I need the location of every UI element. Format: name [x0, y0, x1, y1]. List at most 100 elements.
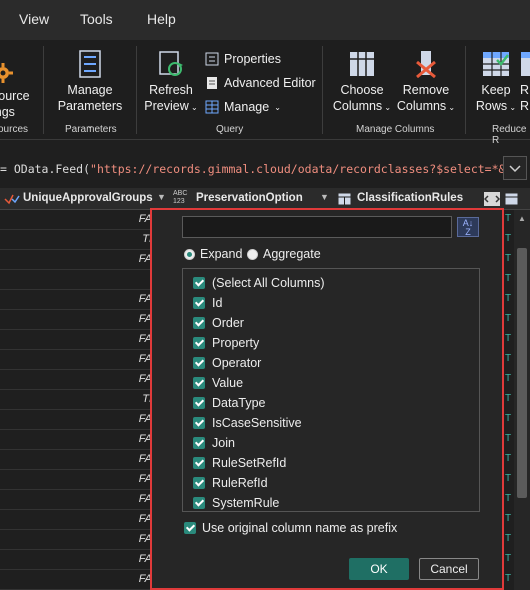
- cancel-button[interactable]: Cancel: [419, 558, 479, 580]
- menu-tools[interactable]: Tools: [80, 11, 113, 27]
- ok-button[interactable]: OK: [349, 558, 409, 580]
- column-filter-dropdown[interactable]: ▼: [157, 192, 166, 202]
- column-checklist-label: RuleSetRefId: [212, 456, 287, 470]
- checkbox-checked-icon[interactable]: [184, 522, 196, 534]
- row-divider: [0, 309, 152, 310]
- table-link-marker: T: [505, 533, 512, 544]
- column-checklist-item[interactable]: Order: [193, 315, 244, 331]
- column-filter-dropdown[interactable]: ▼: [320, 192, 329, 202]
- column-checklist-item[interactable]: RuleRefId: [193, 475, 268, 491]
- scroll-up-icon[interactable]: ▲: [518, 214, 526, 223]
- sort-az-button[interactable]: A↓ Z: [457, 217, 479, 237]
- radio-selected-icon[interactable]: [184, 248, 195, 260]
- row-divider: [0, 329, 152, 330]
- column-classification-rules[interactable]: ClassificationRules: [357, 192, 463, 204]
- column-unique-approval-groups[interactable]: UniqueApprovalGroups: [23, 192, 153, 204]
- data-source-settings-button[interactable]: source ings: [0, 62, 36, 120]
- checkbox-checked-icon[interactable]: [193, 497, 205, 509]
- radio-unselected-icon[interactable]: [247, 248, 258, 260]
- table-link-marker: T: [505, 453, 512, 464]
- grid-cell[interactable]: FA: [100, 313, 152, 325]
- data-source-label-1: source: [0, 89, 30, 103]
- grid-cell[interactable]: FA: [100, 433, 152, 445]
- checkbox-checked-icon[interactable]: [193, 277, 205, 289]
- column-checklist-label: IsCaseSensitive: [212, 416, 302, 430]
- expand-radio[interactable]: Expand: [184, 247, 242, 261]
- grid-cell[interactable]: TI: [100, 393, 152, 405]
- scroll-thumb[interactable]: [517, 248, 527, 498]
- remove-rows-label-1: R: [520, 83, 530, 97]
- expand-column-icon[interactable]: [484, 192, 500, 206]
- checkbox-checked-icon[interactable]: [193, 457, 205, 469]
- grid-cell[interactable]: FA: [100, 513, 152, 525]
- chevron-down-icon: ⌄: [507, 103, 517, 112]
- manage-button[interactable]: Manage ⌄: [205, 100, 281, 114]
- grid-cell[interactable]: FA: [100, 293, 152, 305]
- column-checklist-item[interactable]: RuleSetRefId: [193, 455, 286, 471]
- grid-cell[interactable]: FA: [100, 253, 152, 265]
- checkbox-checked-icon[interactable]: [193, 417, 205, 429]
- data-source-label-2: ings: [0, 105, 15, 119]
- grid-cell[interactable]: FA: [100, 373, 152, 385]
- grid-cell[interactable]: FA: [100, 493, 152, 505]
- prefix-checkbox-row[interactable]: Use original column name as prefix: [184, 521, 397, 535]
- aggregate-radio[interactable]: Aggregate: [247, 247, 321, 261]
- menu-view[interactable]: View: [19, 11, 49, 27]
- formula-expand-button[interactable]: [503, 156, 527, 180]
- row-divider: [0, 529, 152, 530]
- manage-parameters-button[interactable]: Manage Parameters ⌄: [54, 50, 126, 134]
- grid-cell[interactable]: FA: [100, 473, 152, 485]
- table-icon: [338, 193, 351, 205]
- checkbox-checked-icon[interactable]: [193, 317, 205, 329]
- checkbox-checked-icon[interactable]: [193, 337, 205, 349]
- column-checklist-item[interactable]: Operator: [193, 355, 261, 371]
- num-label: 123: [173, 198, 185, 205]
- formula-prefix: = OData.Feed(: [0, 162, 91, 176]
- ribbon-separator: [43, 46, 44, 134]
- column-preservation-option[interactable]: PreservationOption: [196, 192, 303, 204]
- checkbox-checked-icon[interactable]: [193, 377, 205, 389]
- checkbox-checked-icon[interactable]: [193, 297, 205, 309]
- column-checklist-item[interactable]: Property: [193, 335, 259, 351]
- menu-bar: View Tools Help: [0, 0, 530, 40]
- column-checklist-item[interactable]: Join: [193, 435, 235, 451]
- formula-bar[interactable]: = OData.Feed("https://records.gimmal.clo…: [0, 148, 530, 184]
- row-divider: [0, 449, 152, 450]
- properties-button[interactable]: Properties: [205, 52, 281, 66]
- column-checklist-item[interactable]: IsCaseSensitive: [193, 415, 302, 431]
- remove-rows-button[interactable]: R R: [520, 50, 530, 114]
- formula-text[interactable]: = OData.Feed("https://records.gimmal.clo…: [0, 162, 505, 176]
- grid-cell[interactable]: FA: [100, 553, 152, 565]
- checkbox-checked-icon[interactable]: [193, 397, 205, 409]
- vertical-scrollbar[interactable]: ▲: [514, 210, 530, 590]
- remove-columns-label-1: Remove: [402, 83, 450, 97]
- remove-columns-button[interactable]: Remove Columns ⌄: [396, 50, 456, 116]
- grid-cell[interactable]: FA: [100, 333, 152, 345]
- column-checklist-item[interactable]: Id: [193, 295, 222, 311]
- column-checklist-item[interactable]: SystemRule: [193, 495, 279, 511]
- checkbox-checked-icon[interactable]: [193, 437, 205, 449]
- grid-cell[interactable]: FA: [100, 413, 152, 425]
- choose-columns-button[interactable]: Choose Columns ⌄: [330, 50, 394, 116]
- aggregate-label: Aggregate: [263, 247, 321, 261]
- column-search-input[interactable]: [182, 216, 452, 238]
- grid-cell[interactable]: FA: [100, 453, 152, 465]
- grid-cell[interactable]: FA: [100, 353, 152, 365]
- table-link-marker: T: [505, 433, 512, 444]
- menu-help[interactable]: Help: [147, 11, 176, 27]
- properties-label: Properties: [224, 52, 281, 66]
- grid-cell[interactable]: FA: [100, 573, 152, 585]
- refresh-preview-button[interactable]: Refresh Preview ⌄: [142, 50, 200, 116]
- column-checklist-label: Order: [212, 316, 244, 330]
- column-checklist-item[interactable]: (Select All Columns): [193, 275, 325, 291]
- row-divider: [0, 509, 152, 510]
- column-checklist-item[interactable]: DataType: [193, 395, 266, 411]
- advanced-editor-button[interactable]: Advanced Editor: [205, 76, 316, 90]
- grid-cell[interactable]: FA: [100, 533, 152, 545]
- column-checklist-item[interactable]: Value: [193, 375, 243, 391]
- checkbox-checked-icon[interactable]: [193, 357, 205, 369]
- grid-cell[interactable]: FA: [100, 213, 152, 225]
- keep-rows-button[interactable]: Keep Rows ⌄: [473, 50, 519, 116]
- grid-cell[interactable]: TI: [100, 233, 152, 245]
- checkbox-checked-icon[interactable]: [193, 477, 205, 489]
